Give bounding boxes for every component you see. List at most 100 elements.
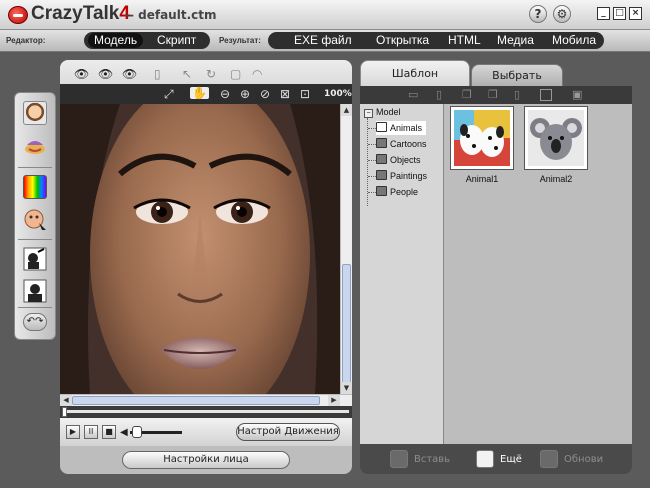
divider xyxy=(18,307,52,308)
viewer-vertical-scrollbar[interactable]: ▲ ▼ xyxy=(340,104,352,394)
tree-root[interactable]: − Model xyxy=(364,105,401,119)
minimize-button[interactable]: _ xyxy=(597,7,610,20)
eye-settings-icon[interactable] xyxy=(23,207,47,231)
scroll-down-icon[interactable]: ▼ xyxy=(341,382,352,394)
update-button[interactable]: Обнови xyxy=(540,450,603,469)
motion-settings-button[interactable]: Настрой Движения xyxy=(236,423,340,441)
editor-label: Редактор: xyxy=(6,36,46,45)
tab-template[interactable]: Шаблон xyxy=(360,60,470,86)
fit-icon[interactable]: ⤢ xyxy=(164,88,174,100)
scroll-left-icon[interactable]: ◀ xyxy=(60,395,72,406)
more-button[interactable]: Ещё xyxy=(476,450,522,469)
face-settings-button[interactable]: Настройки лица xyxy=(122,451,290,469)
open-folder-icon[interactable]: ▭ xyxy=(408,89,420,101)
koala-image xyxy=(528,110,584,166)
undo-redo-icon[interactable]: ↶↷ xyxy=(23,313,47,331)
library-action-bar: Вставь Ещё Обнови xyxy=(360,444,632,474)
face-orientation-icon[interactable] xyxy=(23,135,47,159)
mask-edit-icon[interactable] xyxy=(23,247,47,271)
viewer-horizontal-scrollbar[interactable]: ◀ ▶ xyxy=(60,394,352,406)
eye-view-outline-icon[interactable]: 👁 xyxy=(122,68,137,80)
zoom-in-icon[interactable]: ⊕ xyxy=(240,88,250,100)
divider xyxy=(18,167,52,168)
thumbnail-view-icon[interactable] xyxy=(540,89,552,101)
save-icon[interactable]: ▣ xyxy=(572,89,584,101)
eye-view-alt-icon[interactable]: 👁 xyxy=(98,68,113,80)
folder-open-icon xyxy=(376,122,387,132)
lips-icon[interactable]: ◠ xyxy=(252,68,262,80)
folder-icon xyxy=(376,186,387,196)
view-tools: ⤢ ✋ ⊖ ⊕ ⊘ ⊠ ⊡ xyxy=(60,84,352,104)
tree-item-people[interactable]: People xyxy=(376,185,418,199)
background-icon[interactable] xyxy=(23,279,47,303)
tab-media[interactable]: Медиа xyxy=(497,33,534,47)
scroll-up-icon[interactable]: ▲ xyxy=(341,104,352,116)
dalmatian-puppies-image xyxy=(454,110,510,166)
thumbnail-animal2[interactable] xyxy=(524,106,588,170)
title-bar: CrazyTalk4 -- default.ctm ? ⚙ _ □ × xyxy=(0,0,650,30)
thumbnail-animal1[interactable] xyxy=(450,106,514,170)
tab-script[interactable]: Скрипт xyxy=(157,33,196,47)
copy-icon[interactable]: ❐ xyxy=(462,89,474,101)
timeline-handle[interactable] xyxy=(62,407,67,417)
face-photo[interactable] xyxy=(60,104,340,394)
folder-icon xyxy=(376,138,387,148)
speaker-icon: ◀ xyxy=(120,427,128,438)
help-button[interactable]: ? xyxy=(529,5,547,23)
paste-icon[interactable]: ❐ xyxy=(488,89,500,101)
insert-button[interactable]: Вставь xyxy=(390,450,450,469)
add-more-icon xyxy=(476,450,494,468)
tree-item-animals[interactable]: Animals xyxy=(376,121,427,135)
color-adjust-icon[interactable] xyxy=(23,175,47,199)
face-portrait-image xyxy=(60,104,340,394)
volume-slider-handle[interactable] xyxy=(132,426,142,438)
tree-line xyxy=(368,160,376,161)
zoom-out-icon[interactable]: ⊖ xyxy=(220,88,230,100)
horizontal-scroll-thumb[interactable] xyxy=(72,396,320,405)
timeline[interactable] xyxy=(60,406,352,418)
editor-tab-group: Модель Скрипт xyxy=(84,32,210,49)
delete-icon[interactable]: ▯ xyxy=(436,89,448,101)
page-icon[interactable]: ▯ xyxy=(154,68,161,80)
tab-model[interactable]: Модель xyxy=(88,33,144,48)
eye-view-icon[interactable]: 👁 xyxy=(74,68,89,80)
face-fitting-icon[interactable] xyxy=(23,101,47,125)
crazytalk-logo-icon xyxy=(8,6,28,24)
remove-icon[interactable]: ▯ xyxy=(514,89,526,101)
reset-zoom-icon[interactable]: ⊘ xyxy=(260,88,270,100)
scroll-right-icon[interactable]: ▶ xyxy=(328,395,340,406)
vertical-scroll-thumb[interactable] xyxy=(342,264,351,384)
pause-button[interactable]: II xyxy=(84,425,98,439)
hand-pan-icon[interactable]: ✋ xyxy=(190,87,209,99)
left-tool-strip: ↶↷ xyxy=(14,92,56,340)
tree-item-objects[interactable]: Objects xyxy=(376,153,421,167)
tree-item-paintings[interactable]: Paintings xyxy=(376,169,427,183)
result-tab-group: EXE файл Открытка HTML Медиа Мобила xyxy=(268,32,604,49)
rotate-icon[interactable]: ↻ xyxy=(206,68,216,80)
tab-exe[interactable]: EXE файл xyxy=(294,33,352,47)
stop-button[interactable]: ■ xyxy=(102,425,116,439)
tab-postcard[interactable]: Открытка xyxy=(376,33,429,47)
result-label: Результат: xyxy=(219,36,261,45)
tab-select[interactable]: Выбрать xyxy=(471,64,563,86)
collapse-icon[interactable]: − xyxy=(364,109,373,118)
tab-html[interactable]: HTML xyxy=(448,33,481,47)
play-button[interactable]: ▶ xyxy=(66,425,80,439)
layer-icon[interactable]: ▢ xyxy=(230,68,241,80)
insert-icon xyxy=(390,450,408,468)
tree-line xyxy=(368,192,376,193)
pointer-icon[interactable]: ↖ xyxy=(182,68,192,80)
transport-bar: ▶ II ■ ◀ Настрой Движения xyxy=(60,418,352,446)
tools-button[interactable]: ⚙ xyxy=(553,5,571,23)
actual-size-icon[interactable]: ⊡ xyxy=(300,88,310,100)
app-name: CrazyTalk4 xyxy=(31,3,130,24)
fit-window-icon[interactable]: ⊠ xyxy=(280,88,290,100)
close-button[interactable]: × xyxy=(629,7,642,20)
maximize-button[interactable]: □ xyxy=(613,7,626,20)
tree-line xyxy=(368,144,376,145)
tab-mobile[interactable]: Мобила xyxy=(552,33,596,47)
folder-icon xyxy=(376,170,387,180)
tree-item-cartoons[interactable]: Cartoons xyxy=(376,137,427,151)
right-panel-tabs: Шаблон Выбрать xyxy=(360,60,632,86)
timeline-track xyxy=(63,410,349,413)
